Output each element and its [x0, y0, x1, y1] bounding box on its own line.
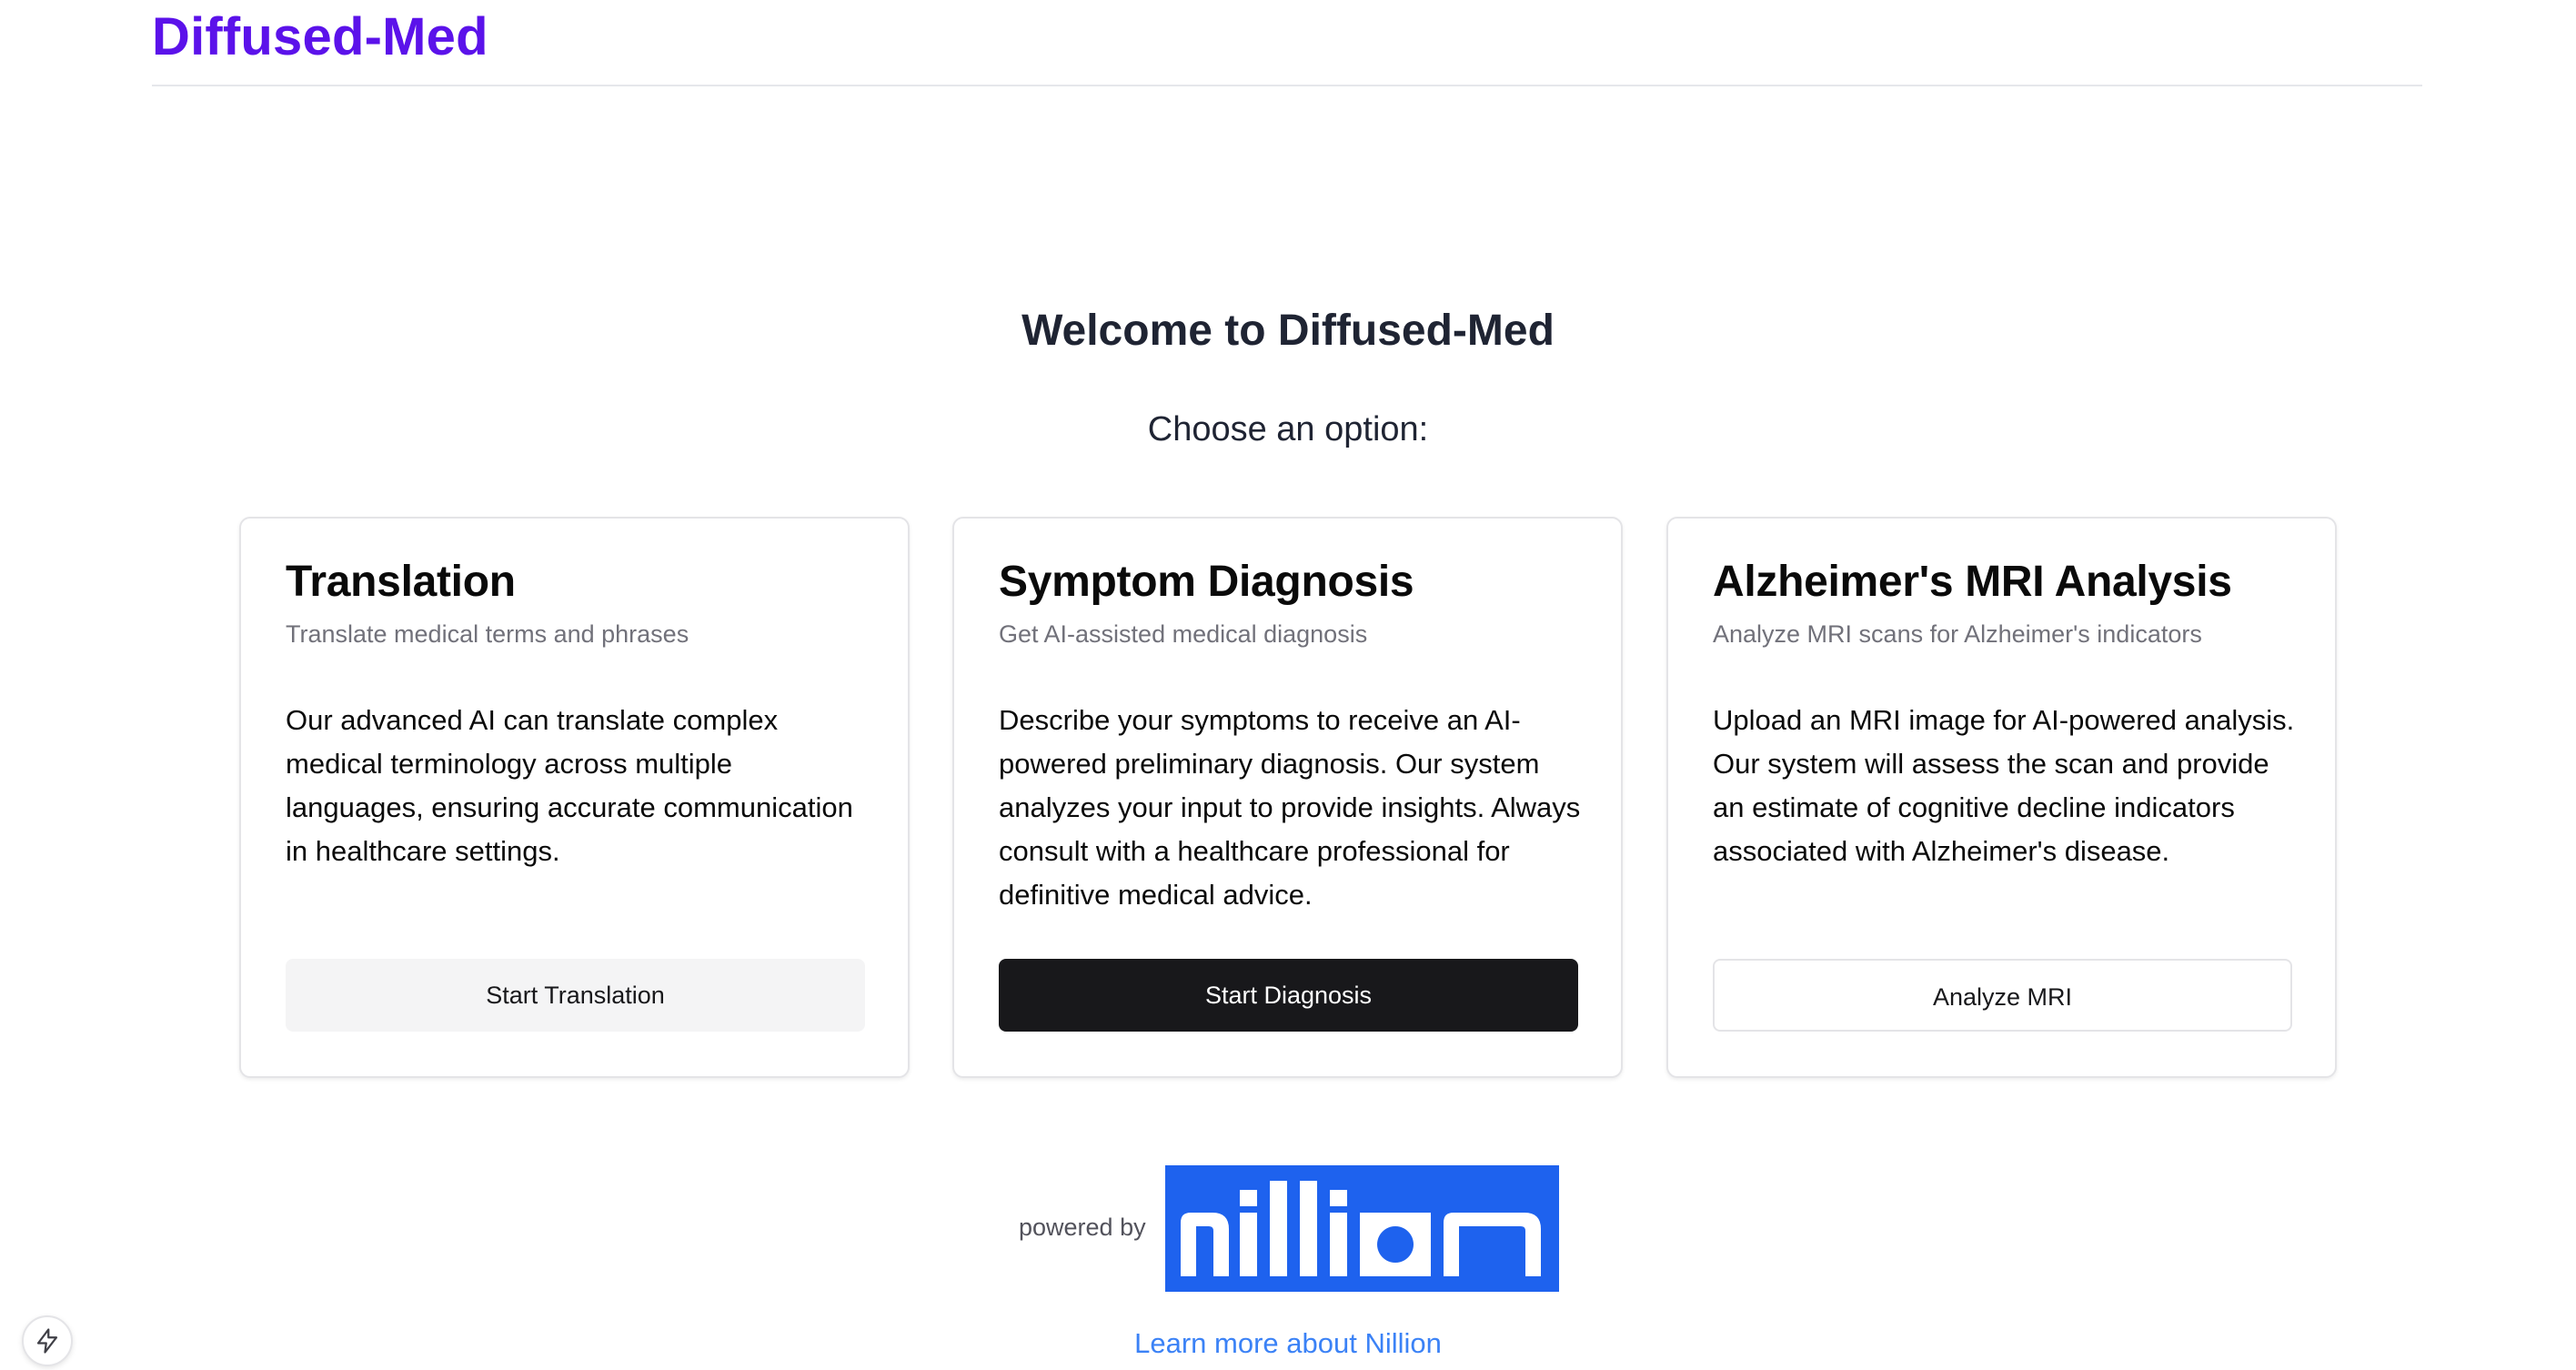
nillion-wordmark: [1181, 1181, 1541, 1276]
welcome-title: Welcome to Diffused-Med: [1021, 307, 1555, 355]
card-description: Upload an MRI image for AI-powered analy…: [1713, 704, 2295, 867]
nillion-logo[interactable]: [1165, 1165, 1559, 1292]
card-title: Symptom Diagnosis: [999, 558, 1414, 606]
card-subtitle: Get AI-assisted medical diagnosis: [999, 620, 1368, 648]
start-diagnosis-button[interactable]: Start Diagnosis: [999, 959, 1578, 1032]
learn-more-link[interactable]: Learn more about Nillion: [1134, 1327, 1442, 1359]
translation-card: Translation Translate medical terms and …: [239, 517, 910, 1078]
powered-by-label: powered by: [1019, 1214, 1146, 1241]
choose-option-text: Choose an option:: [1147, 410, 1429, 448]
brand-title[interactable]: Diffused-Med: [152, 5, 488, 69]
card-description: Our advanced AI can translate complex me…: [286, 704, 853, 867]
card-description: Describe your symptoms to receive an AI-…: [999, 704, 1581, 911]
card-title: Alzheimer's MRI Analysis: [1713, 558, 2232, 606]
mri-analysis-card: Alzheimer's MRI Analysis Analyze MRI sca…: [1666, 517, 2337, 1078]
analyze-mri-button[interactable]: Analyze MRI: [1713, 959, 2292, 1032]
learn-more-link-row: Learn more about Nillion: [0, 1325, 2576, 1362]
card-subtitle: Analyze MRI scans for Alzheimer's indica…: [1713, 620, 2202, 648]
lightning-bolt-icon: [36, 1328, 58, 1354]
card-title: Translation: [286, 558, 516, 606]
dev-tools-badge[interactable]: [22, 1315, 73, 1366]
card-subtitle: Translate medical terms and phrases: [286, 620, 689, 648]
site-header: Diffused-Med: [152, 0, 2422, 86]
symptom-diagnosis-card: Symptom Diagnosis Get AI-assisted medica…: [952, 517, 1623, 1078]
page: Diffused-Med Welcome to Diffused-Med Cho…: [0, 0, 2576, 1370]
start-translation-button[interactable]: Start Translation: [286, 959, 865, 1032]
